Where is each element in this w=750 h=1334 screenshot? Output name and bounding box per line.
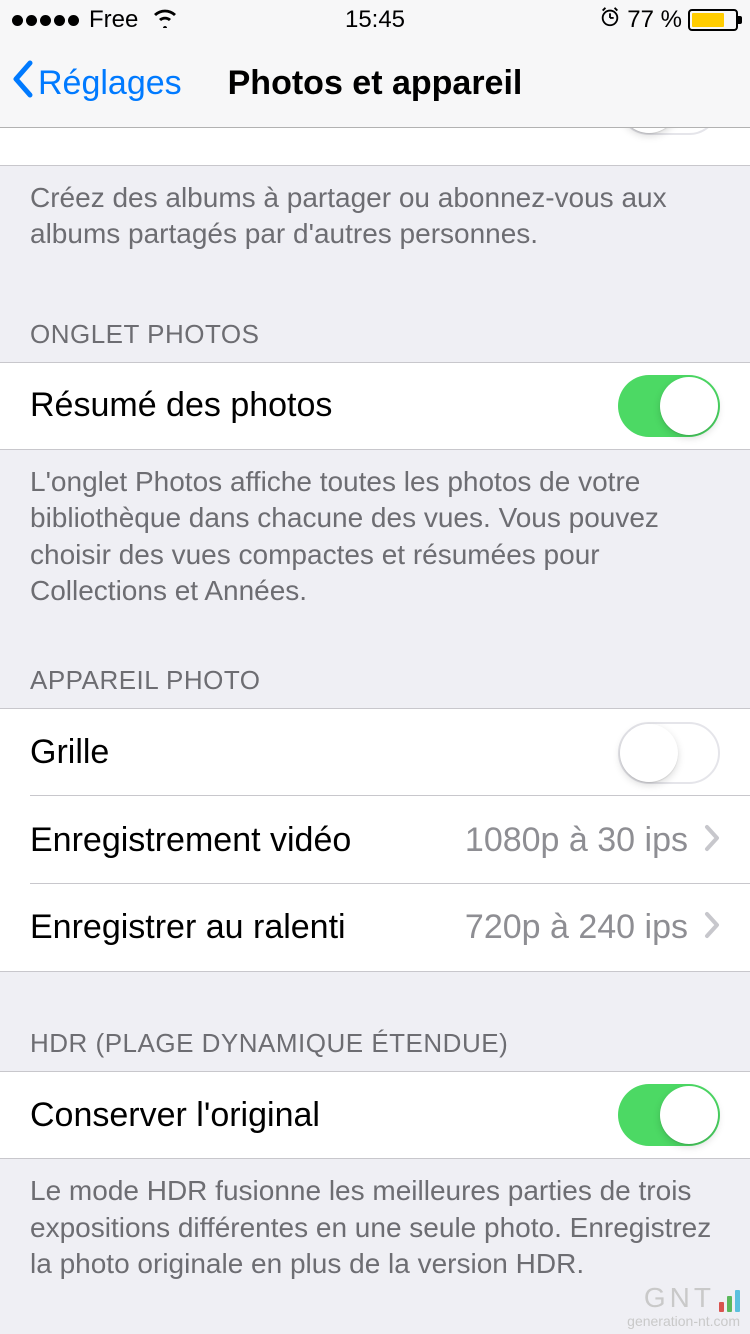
row-grid[interactable]: Grille <box>0 708 750 796</box>
watermark-bars-icon <box>719 1290 740 1312</box>
hdr-footer: Le mode HDR fusionne les meilleures part… <box>0 1159 750 1282</box>
row-label: Résumé des photos <box>30 386 618 425</box>
status-bar: Free 15:45 77 % <box>0 0 750 40</box>
chevron-left-icon <box>10 59 36 108</box>
battery-percentage: 77 % <box>627 6 682 34</box>
status-time: 15:45 <box>345 6 405 34</box>
page-title: Photos et appareil <box>228 64 523 103</box>
row-video-recording[interactable]: Enregistrement vidéo 1080p à 30 ips <box>0 796 750 884</box>
row-slomo-recording[interactable]: Enregistrer au ralenti 720p à 240 ips <box>0 884 750 972</box>
nav-bar: Réglages Photos et appareil <box>0 40 750 128</box>
shared-albums-footer: Créez des albums à partager ou abonnez-v… <box>0 166 750 253</box>
row-value: 1080p à 30 ips <box>465 821 688 860</box>
toggle-switch[interactable] <box>618 128 720 135</box>
chevron-right-icon <box>704 824 720 857</box>
back-label: Réglages <box>38 64 182 103</box>
row-label: Grille <box>30 733 618 772</box>
status-right: 77 % <box>599 6 738 34</box>
toggle-switch[interactable] <box>618 722 720 784</box>
row-photo-summary[interactable]: Résumé des photos <box>0 362 750 450</box>
partial-row[interactable] <box>0 128 750 166</box>
photos-tab-footer: L'onglet Photos affiche toutes les photo… <box>0 450 750 610</box>
row-value: 720p à 240 ips <box>465 908 688 947</box>
toggle-switch[interactable] <box>618 375 720 437</box>
watermark: GNT generation-nt.com <box>627 1284 740 1328</box>
alarm-icon <box>599 6 621 34</box>
row-label: Enregistrement vidéo <box>30 821 465 860</box>
back-button[interactable]: Réglages <box>10 59 182 108</box>
carrier-label: Free <box>89 6 138 34</box>
watermark-sub: generation-nt.com <box>627 1314 740 1328</box>
row-keep-original[interactable]: Conserver l'original <box>0 1071 750 1159</box>
section-header-photos-tab: ONGLET PHOTOS <box>0 253 750 362</box>
watermark-brand: GNT <box>644 1284 715 1312</box>
toggle-switch[interactable] <box>618 1084 720 1146</box>
row-label: Conserver l'original <box>30 1096 618 1135</box>
signal-strength-icon <box>12 15 79 26</box>
wifi-icon <box>150 6 180 35</box>
row-label: Enregistrer au ralenti <box>30 908 465 947</box>
status-left: Free <box>12 6 180 35</box>
chevron-right-icon <box>704 911 720 944</box>
content: Créez des albums à partager ou abonnez-v… <box>0 128 750 1334</box>
section-header-camera: APPAREIL PHOTO <box>0 609 750 708</box>
battery-icon <box>688 9 738 31</box>
section-header-hdr: HDR (PLAGE DYNAMIQUE ÉTENDUE) <box>0 972 750 1071</box>
